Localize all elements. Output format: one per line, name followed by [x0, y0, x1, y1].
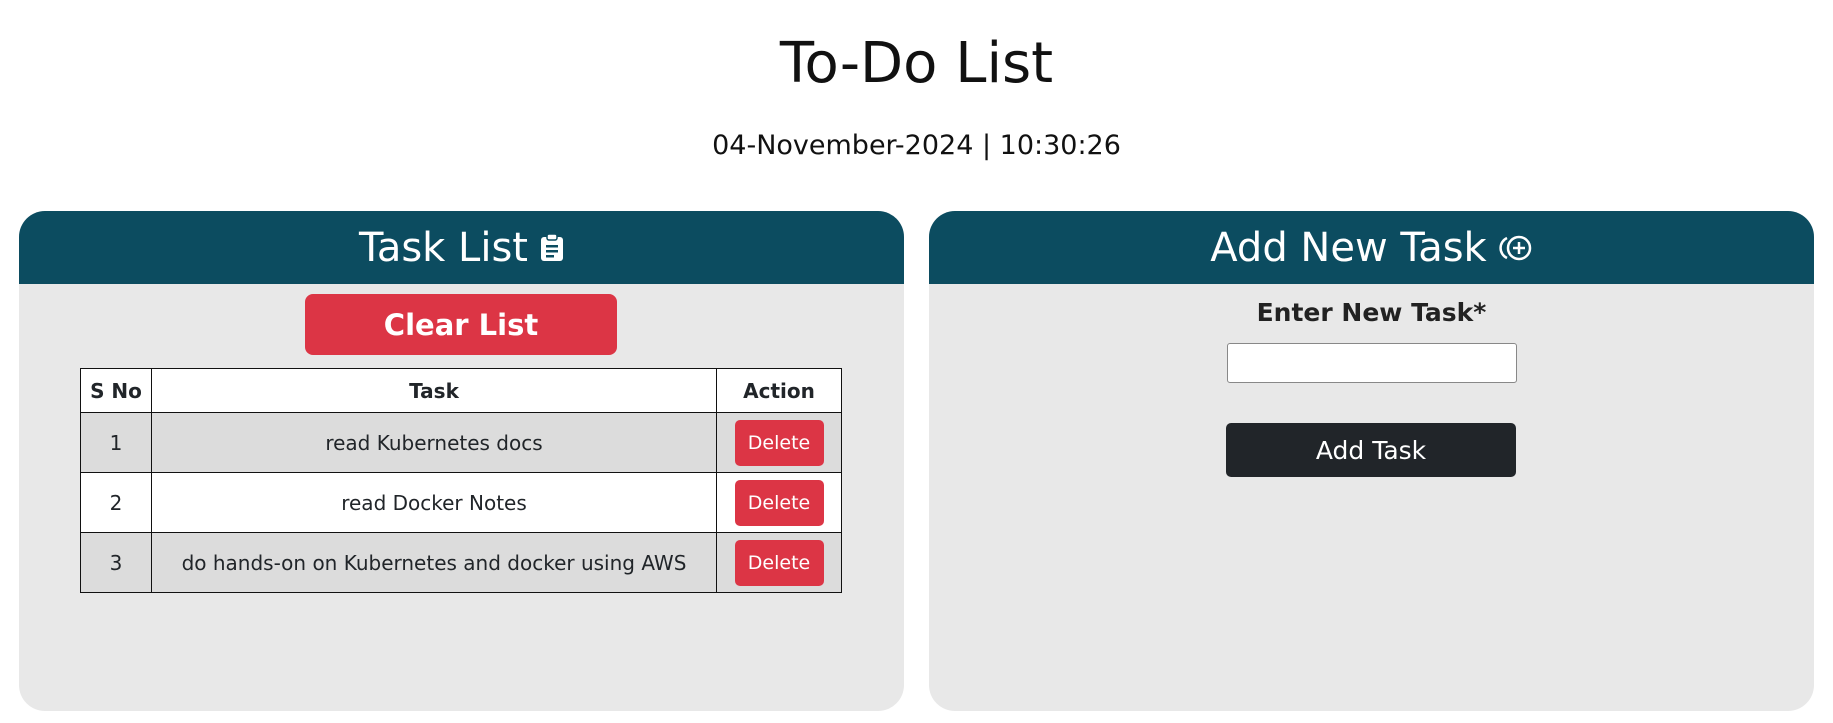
row-action-cell: Delete	[716, 532, 842, 593]
column-header-sno: S No	[80, 368, 152, 413]
page-title: To-Do List	[779, 31, 1054, 96]
task-list-title: Task List	[359, 224, 528, 271]
clipboard-icon	[540, 233, 564, 262]
add-circle-icon	[1499, 234, 1533, 262]
row-action-cell: Delete	[716, 472, 842, 533]
row-action-cell: Delete	[716, 412, 842, 473]
table-header-row: S No Task Action	[80, 368, 842, 413]
add-task-header: Add New Task	[929, 211, 1814, 284]
delete-button[interactable]: Delete	[734, 479, 824, 526]
task-table: S No Task Action 1 read Kubernetes docs …	[80, 368, 842, 593]
row-task: do hands-on on Kubernetes and docker usi…	[151, 532, 717, 593]
delete-button[interactable]: Delete	[734, 419, 824, 466]
new-task-label: Enter New Task*	[1256, 298, 1487, 327]
table-row: 3 do hands-on on Kubernetes and docker u…	[80, 532, 842, 593]
task-list-header: Task List	[19, 211, 904, 284]
current-datetime: 04-November-2024 | 10:30:26	[712, 130, 1121, 161]
add-task-panel: Add New Task Enter New Task* Add Task	[929, 211, 1814, 711]
row-task: read Docker Notes	[151, 472, 717, 533]
column-header-action: Action	[716, 368, 842, 413]
column-header-task: Task	[151, 368, 717, 413]
row-sno: 3	[80, 532, 152, 593]
add-task-title: Add New Task	[1210, 224, 1487, 271]
task-list-panel: Task List Clear List S No Task Action 1 …	[19, 211, 904, 711]
clear-list-button[interactable]: Clear List	[305, 294, 617, 355]
table-row: 1 read Kubernetes docs Delete	[80, 412, 842, 473]
row-sno: 2	[80, 472, 152, 533]
table-row: 2 read Docker Notes Delete	[80, 472, 842, 533]
row-sno: 1	[80, 412, 152, 473]
add-task-button[interactable]: Add Task	[1226, 423, 1516, 477]
delete-button[interactable]: Delete	[734, 539, 824, 586]
row-task: read Kubernetes docs	[151, 412, 717, 473]
new-task-input[interactable]	[1227, 343, 1517, 383]
